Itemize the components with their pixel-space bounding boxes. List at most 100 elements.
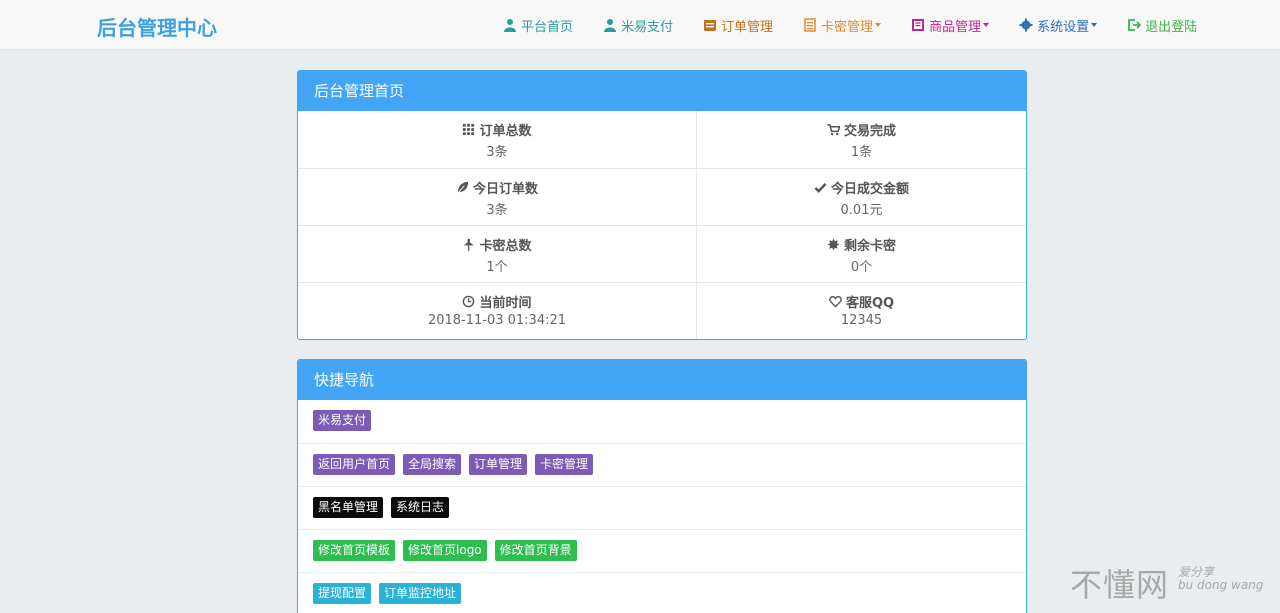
stat-label-text: 交易完成 [843,123,896,139]
main-nav: 平台首页 米易支付 订单管理 卡密管理 商品管理 系统设置 退出登陆 [503,0,1197,50]
nav-item-3[interactable]: 卡密管理 [803,16,882,35]
stat-cell: 今日订单数 3条 [298,169,697,225]
dashboard-panel: 后台管理首页 订单总数 3条 交易完成 1条 今日订单数 3条 今日成交金额 0.01元 卡密总… [297,70,1027,340]
shortcut-row: 修改首页模板 修改首页logo 修改首页背景 [298,529,1026,572]
shortcuts-panel-title: 快捷导航 [298,360,1026,400]
watermark-pinyin: bu dong wang [1178,578,1264,592]
shortcut-button[interactable]: 系统日志 [391,497,450,518]
nav-item-label: 订单管理 [721,19,774,35]
heart-icon [829,295,842,308]
stat-label: 交易完成 [697,120,1026,139]
nav-item-4[interactable]: 商品管理 [911,16,990,35]
shortcut-links: 米易支付 返回用户首页 全局搜索 订单管理 卡密管理 黑名单管理 系统日志 修改首页模板 修改首… [298,400,1026,613]
nav-icon [1127,18,1142,32]
stat-label: 当前时间 [298,292,696,311]
certificate-icon [827,237,840,251]
stat-value: 3条 [486,145,508,160]
stat-row: 今日订单数 3条 今日成交金额 0.01元 [298,168,1026,225]
nav-item-0[interactable]: 平台首页 [503,16,573,35]
chevron-down-icon [983,23,990,27]
shortcut-button[interactable]: 返回用户首页 [313,454,396,475]
shortcut-button[interactable]: 黑名单管理 [313,497,384,518]
stat-value: 1个 [486,260,508,275]
watermark-sub: 爱分享 bu dong wang [1178,566,1263,592]
clock-icon [463,295,475,307]
nav-item-1[interactable]: 米易支付 [603,16,673,35]
shortcut-button[interactable]: 订单管理 [469,454,528,475]
cart-icon [827,123,840,135]
user-icon [604,19,617,32]
nav-item-label: 退出登陆 [1145,19,1198,35]
nav-item-2[interactable]: 订单管理 [703,16,773,35]
grid-icon [463,123,475,135]
stat-label-text: 今日订单数 [472,181,538,197]
stat-value: 12345 [840,313,883,328]
shortcut-button[interactable]: 修改首页模板 [313,540,396,561]
stat-cell: 订单总数 3条 [298,111,697,168]
shortcut-button[interactable]: 订单监控地址 [379,583,462,604]
shortcut-button[interactable]: 卡密管理 [535,454,594,475]
stat-label-text: 当前时间 [479,295,532,311]
watermark-main: 不懂网 [1070,566,1170,604]
stat-label-text: 今日成交金额 [830,181,909,197]
stat-value: 1条 [850,145,873,160]
shortcut-row: 返回用户首页 全局搜索 订单管理 卡密管理 [298,443,1026,486]
top-navbar: 后台管理中心 平台首页 米易支付 订单管理 卡密管理 商品管理 系统设置 退出登陆 [0,0,1280,50]
stat-cell: 交易完成 1条 [697,111,1026,168]
shortcut-button[interactable]: 提现配置 [313,583,372,604]
leaf-icon [457,181,469,193]
stat-label: 客服QQ [697,292,1026,311]
list-icon [704,20,717,31]
shortcut-button[interactable]: 米易支付 [313,410,372,431]
brand-title[interactable]: 后台管理中心 [97,12,217,41]
nav-icon [703,18,717,32]
shortcut-button[interactable]: 修改首页logo [403,540,487,561]
stat-row: 当前时间 2018-11-03 01:34:21 客服QQ 12345 [298,282,1026,339]
nav-item-label: 米易支付 [621,19,674,35]
stat-cell: 当前时间 2018-11-03 01:34:21 [298,283,697,339]
nav-icon [1019,18,1033,32]
nav-item-label: 卡密管理 [821,19,874,35]
nav-item-5[interactable]: 系统设置 [1019,16,1098,35]
nav-item-6[interactable]: 退出登陆 [1127,16,1197,35]
stat-cell: 今日成交金额 0.01元 [697,169,1026,225]
stat-value: 0个 [850,260,873,275]
shortcut-row: 提现配置 订单监控地址 [298,572,1026,613]
stat-value: 2018-11-03 01:34:21 [427,313,567,328]
stat-row: 卡密总数 1个 剩余卡密 0个 [298,225,1026,282]
stat-label: 剩余卡密 [697,235,1026,254]
stat-value: 3条 [486,203,508,218]
nav-icon [911,18,925,32]
stat-label: 卡密总数 [298,235,696,254]
stat-cell: 剩余卡密 0个 [697,226,1026,282]
watermark: 不懂网 爱分享 bu dong wang [1070,560,1263,606]
shortcut-button[interactable]: 全局搜索 [403,454,462,475]
nav-item-label: 系统设置 [1037,19,1090,35]
stats-grid: 订单总数 3条 交易完成 1条 今日订单数 3条 今日成交金额 0.01元 卡密总数 1个 剩余卡密… [298,111,1026,339]
shortcut-row: 米易支付 [298,400,1026,443]
pushpin-icon [464,238,475,251]
nav-item-label: 平台首页 [521,19,574,35]
nav-item-label: 商品管理 [929,19,982,35]
stat-label-text: 剩余卡密 [843,238,896,254]
shortcuts-panel: 快捷导航 米易支付返回用户首页 全局搜索 订单管理 卡密管理黑名单管理 系统日志修改首页… [297,359,1027,613]
chevron-down-icon [1091,23,1098,27]
shortcut-button[interactable]: 修改首页背景 [494,540,577,561]
stat-label: 订单总数 [298,120,696,139]
user-icon [504,19,516,32]
stat-row: 订单总数 3条 交易完成 1条 [298,111,1026,168]
chevron-down-icon [875,23,882,27]
card-icon [804,18,816,32]
stat-cell: 卡密总数 1个 [298,226,697,282]
stat-label-text: 客服QQ [845,295,895,311]
stat-label-text: 卡密总数 [479,238,532,254]
stat-value: 0.01元 [840,203,883,218]
nav-icon [603,18,617,32]
stat-label-text: 订单总数 [479,123,532,139]
stat-cell: 客服QQ 12345 [697,283,1026,339]
nav-icon [803,18,817,32]
stat-label: 今日订单数 [298,178,696,197]
dashboard-panel-title: 后台管理首页 [298,71,1026,111]
goods-icon [912,19,925,31]
check-icon [814,182,827,193]
